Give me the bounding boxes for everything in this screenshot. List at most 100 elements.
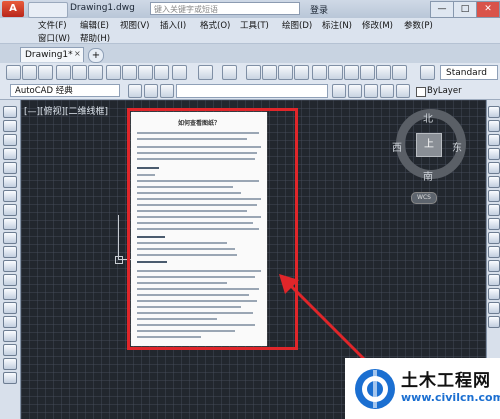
layer-state-icon[interactable] [160,84,174,98]
design-center-icon[interactable] [328,65,343,80]
construction-line-icon[interactable] [3,120,17,132]
hatch-icon[interactable] [3,302,17,314]
fillet-icon[interactable] [488,302,500,314]
maximize-button[interactable]: □ [453,1,477,18]
menu-parametric[interactable]: 参数(P) [404,19,433,31]
zoom-realtime-icon[interactable] [262,65,277,80]
menu-window[interactable]: 窗口(W) [38,32,70,44]
multiline-text-icon[interactable] [3,358,17,370]
copy-object-icon[interactable] [488,120,500,132]
menu-edit[interactable]: 编辑(E) [80,19,109,31]
compass-south[interactable]: 南 [423,168,433,183]
layer-previous-icon[interactable] [348,84,362,98]
line-icon[interactable] [3,106,17,118]
table-icon[interactable] [3,344,17,356]
extend-icon[interactable] [488,246,500,258]
workspace-dropdown[interactable]: AutoCAD 经典 [10,84,120,97]
compass-north[interactable]: 北 [423,110,433,125]
break-icon[interactable] [488,260,500,272]
publish-icon[interactable] [88,65,103,80]
make-current-icon[interactable] [332,84,346,98]
menu-tools[interactable]: 工具(T) [240,19,269,31]
menu-insert[interactable]: 插入(I) [160,19,186,31]
undo-icon[interactable] [198,65,213,80]
polyline-icon[interactable] [3,134,17,146]
print-preview-icon[interactable] [72,65,87,80]
compass-east[interactable]: 东 [452,139,462,154]
redo-icon[interactable] [222,65,237,80]
viewcube-top-face[interactable]: 上 [416,133,442,157]
block-editor-icon[interactable] [172,65,187,80]
point-icon[interactable] [3,288,17,300]
match-properties-icon[interactable] [154,65,169,80]
new-tab-button[interactable]: + [88,48,104,63]
array-icon[interactable] [488,162,500,174]
join-icon[interactable] [488,274,500,286]
workspace-settings-icon[interactable] [128,84,142,98]
arc-icon[interactable] [3,176,17,188]
offset-icon[interactable] [488,148,500,160]
application-menu-button[interactable]: A [2,1,24,17]
menu-draw[interactable]: 绘图(D) [282,19,312,31]
text-style-icon[interactable] [420,65,435,80]
quick-access-toolbar[interactable] [28,2,68,18]
tab-close-icon[interactable]: × [74,49,81,58]
layer-freeze-icon[interactable] [396,84,410,98]
open-file-icon[interactable] [22,65,37,80]
gradient-icon[interactable] [3,316,17,328]
sheet-set-icon[interactable] [360,65,375,80]
layer-isolate-icon[interactable] [364,84,378,98]
revision-cloud-icon[interactable] [3,204,17,216]
menu-format[interactable]: 格式(O) [200,19,230,31]
minimize-button[interactable]: — [430,1,454,18]
compass-west[interactable]: 西 [392,139,402,154]
print-icon[interactable] [56,65,71,80]
ellipse-arc-icon[interactable] [3,246,17,258]
text-style-dropdown[interactable]: Standard [440,65,498,80]
copy-icon[interactable] [122,65,137,80]
paste-icon[interactable] [138,65,153,80]
make-block-icon[interactable] [3,274,17,286]
polygon-icon[interactable] [3,148,17,160]
color-control-label[interactable]: ByLayer [427,86,462,96]
close-button[interactable]: ✕ [476,1,500,18]
cut-icon[interactable] [106,65,121,80]
menu-help[interactable]: 帮助(H) [80,32,110,44]
scale-icon[interactable] [488,204,500,216]
insert-block-icon[interactable] [3,260,17,272]
layer-dropdown[interactable] [176,84,328,98]
ellipse-icon[interactable] [3,232,17,244]
circle-icon[interactable] [3,190,17,202]
mirror-icon[interactable] [488,134,500,146]
markup-icon[interactable] [376,65,391,80]
quickcalc-icon[interactable] [392,65,407,80]
pan-icon[interactable] [246,65,261,80]
properties-icon[interactable] [312,65,327,80]
erase-icon[interactable] [488,106,500,118]
stretch-icon[interactable] [488,218,500,230]
save-icon[interactable] [38,65,53,80]
menu-file[interactable]: 文件(F) [38,19,67,31]
spline-icon[interactable] [3,218,17,230]
zoom-window-icon[interactable] [278,65,293,80]
explode-icon[interactable] [488,316,500,328]
login-button[interactable]: 登录 [310,3,328,16]
search-input[interactable]: 键入关键字或短语 [150,2,300,15]
menu-dimension[interactable]: 标注(N) [322,19,352,31]
rectangle-icon[interactable] [3,162,17,174]
move-icon[interactable] [488,176,500,188]
rotate-icon[interactable] [488,190,500,202]
chamfer-icon[interactable] [488,288,500,300]
viewport-controls[interactable]: [—][俯视][二维线框] [24,104,108,117]
add-selected-icon[interactable] [3,372,17,384]
menu-modify[interactable]: 修改(M) [362,19,393,31]
region-icon[interactable] [3,330,17,342]
trim-icon[interactable] [488,232,500,244]
layer-properties-icon[interactable] [144,84,158,98]
tool-palettes-icon[interactable] [344,65,359,80]
layer-walk-icon[interactable] [380,84,394,98]
menu-view[interactable]: 视图(V) [120,19,149,31]
color-swatch-checkbox[interactable] [416,87,426,97]
wcs-menu-button[interactable]: WCS [411,192,437,204]
zoom-previous-icon[interactable] [294,65,309,80]
